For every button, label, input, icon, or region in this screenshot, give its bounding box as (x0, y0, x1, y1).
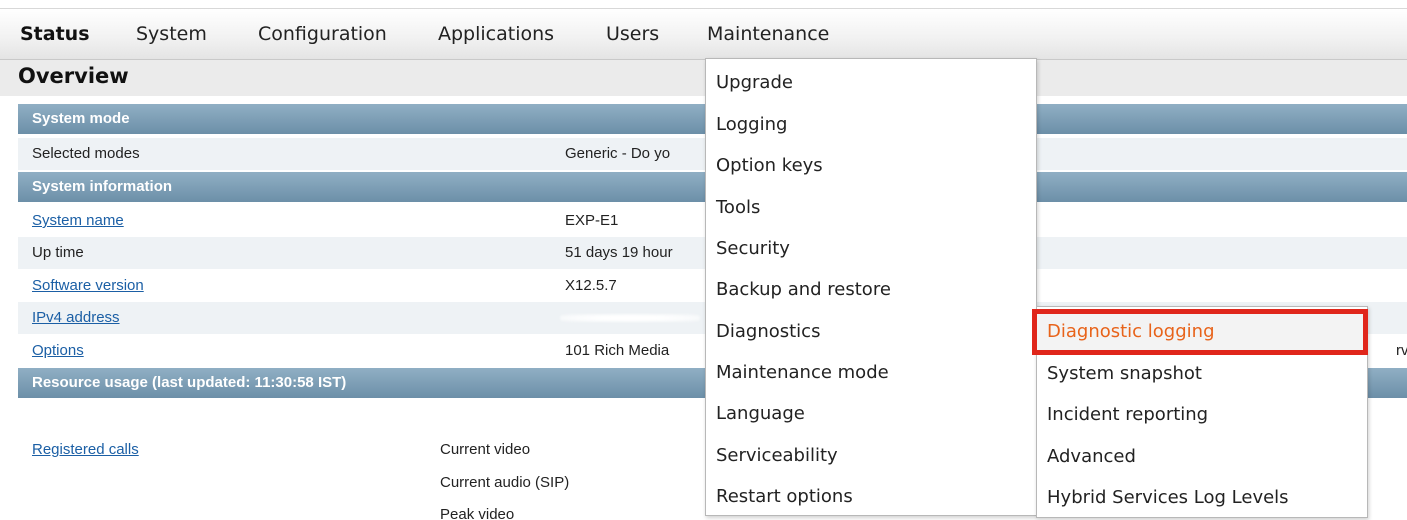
menu-item-backup-and-restore[interactable]: Backup and restore (706, 270, 1036, 310)
row-value: Generic - Do yo (565, 145, 671, 162)
row-value: 51 days 19 hour (565, 244, 673, 261)
ipv4-address-link[interactable]: IPv4 address (32, 309, 120, 326)
submenu-item-hybrid-services-log-levels[interactable]: Hybrid Services Log Levels (1037, 478, 1367, 518)
overview-bar: Overview (0, 60, 1407, 96)
options-link[interactable]: Options (32, 342, 84, 359)
menu-item-logging[interactable]: Logging (706, 105, 1036, 145)
software-version-link[interactable]: Software version (32, 277, 144, 294)
row-label: Selected modes (32, 145, 140, 162)
menu-item-tools[interactable]: Tools (706, 188, 1036, 228)
top-navigation: Status System Configuration Applications… (0, 8, 1407, 60)
row-value: 101 Rich Media (565, 342, 670, 359)
nav-users[interactable]: Users (606, 23, 659, 45)
system-name-link[interactable]: System name (32, 212, 124, 229)
nav-configuration[interactable]: Configuration (258, 23, 387, 45)
menu-item-security[interactable]: Security (706, 229, 1036, 269)
submenu-item-incident-reporting[interactable]: Incident reporting (1037, 395, 1367, 435)
menu-item-maintenance-mode[interactable]: Maintenance mode (706, 353, 1036, 393)
row-value: X12.5.7 (565, 277, 617, 294)
menu-item-language[interactable]: Language (706, 394, 1036, 434)
page-title: Overview (18, 64, 129, 88)
row-value: EXP-E1 (565, 212, 619, 229)
row-value-trailing: rve (1396, 342, 1407, 359)
nav-applications[interactable]: Applications (438, 23, 554, 45)
menu-item-option-keys[interactable]: Option keys (706, 146, 1036, 186)
nav-status[interactable]: Status (20, 23, 90, 45)
row-label: Up time (32, 244, 84, 261)
metric-label: Current video (440, 441, 531, 458)
submenu-item-advanced[interactable]: Advanced (1037, 437, 1367, 477)
submenu-item-system-snapshot[interactable]: System snapshot (1037, 354, 1367, 394)
menu-item-serviceability[interactable]: Serviceability (706, 436, 1036, 476)
maintenance-dropdown-menu: Upgrade Logging Option keys Tools Securi… (705, 58, 1037, 516)
nav-maintenance[interactable]: Maintenance (707, 23, 829, 45)
registered-calls-link[interactable]: Registered calls (32, 441, 139, 458)
metric-label: Peak video (440, 506, 515, 520)
menu-item-diagnostics[interactable]: Diagnostics (706, 312, 1036, 352)
menu-item-upgrade[interactable]: Upgrade (706, 63, 1036, 103)
metric-label: Current audio (SIP) (440, 474, 570, 491)
diagnostics-submenu: Diagnostic logging System snapshot Incid… (1036, 306, 1368, 518)
nav-system[interactable]: System (136, 23, 207, 45)
redaction-smudge (560, 314, 700, 322)
menu-item-restart-options[interactable]: Restart options (706, 477, 1036, 517)
submenu-item-diagnostic-logging[interactable]: Diagnostic logging (1037, 312, 1367, 352)
